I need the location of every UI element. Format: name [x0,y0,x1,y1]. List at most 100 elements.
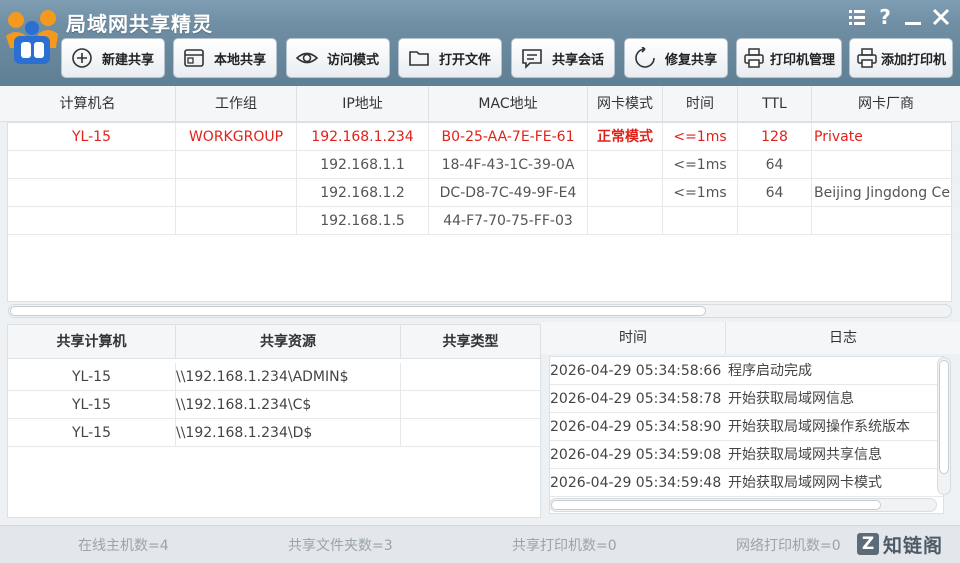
col-time[interactable]: 时间 [663,86,738,122]
cell-time: <=1ms [663,151,738,179]
app-logo-icon [2,4,62,66]
watermark-logo: Z 知链阁 [857,530,943,558]
printer-manage-button[interactable]: 打印机管理 [736,38,842,78]
cell-ttl: 64 [738,151,812,179]
table-row[interactable]: 192.168.1.1 18-4F-43-1C-39-0A <=1ms 64 [8,151,953,179]
table-row[interactable]: YL-15 WORKGROUP 192.168.1.234 B0-25-AA-7… [8,123,953,151]
open-file-label: 打开文件 [439,52,492,68]
log-horizontal-scrollbar[interactable] [549,498,937,512]
cell-mac: 18-4F-43-1C-39-0A [429,151,588,179]
add-printer-button[interactable]: 添加打印机 [849,38,953,78]
log-row[interactable]: 2026-04-29 05:34:59:48 开始获取局域网网卡模式 [550,469,943,497]
log-vscroll-thumb[interactable] [939,360,949,474]
cell-mode: 正常模式 [588,123,663,151]
shares-table-header: 共享计算机 共享资源 共享类型 [8,325,540,359]
log-row[interactable]: 2026-04-29 05:34:59:08 开始获取局域网共享信息 [550,441,943,469]
new-share-button[interactable]: 新建共享 [61,38,165,78]
col-ttl[interactable]: TTL [738,86,812,122]
share-session-button[interactable]: 共享会话 [511,38,615,78]
log-row[interactable]: 2026-04-29 05:34:58:78 开始获取局域网信息 [550,385,943,413]
status-online-hosts: 在线主机数=4 [78,538,169,554]
shares-panel: 共享计算机 共享资源 共享类型 YL-15 \\192.168.1.234\AD… [7,324,542,518]
cell-workgroup [176,179,297,207]
repair-share-label: 修复共享 [665,52,718,68]
cell-vendor [812,207,953,235]
help-icon[interactable]: ? [874,5,896,29]
cell-vendor: Beijing Jingdong Ce [814,185,950,201]
access-mode-button[interactable]: 访问模式 [286,38,390,78]
col-vendor[interactable]: 网卡厂商 [812,86,960,122]
access-mode-label: 访问模式 [327,52,380,68]
minimize-icon[interactable] [902,6,924,28]
cell-share-computer: YL-15 [8,419,176,447]
hosts-panel: 计算机名 工作组 IP地址 MAC地址 网卡模式 时间 TTL 网卡厂商 YL-… [0,86,960,320]
cell-log-time: 2026-04-29 05:34:58:78 [550,391,722,407]
hosts-scrollbar-thumb[interactable] [10,306,706,316]
window-controls: ? [846,5,952,29]
local-share-button[interactable]: 本地共享 [173,38,277,78]
cell-computer [8,179,176,207]
cell-mode [588,151,663,179]
col-log-time[interactable]: 时间 [541,322,726,354]
cell-computer [8,207,176,235]
col-nic-mode[interactable]: 网卡模式 [588,86,663,122]
cell-ttl [738,207,812,235]
printer-icon [742,46,766,70]
plus-circle-icon [70,46,94,70]
col-computer-name[interactable]: 计算机名 [0,86,176,122]
log-vertical-scrollbar[interactable] [937,357,951,495]
cell-mode [588,207,663,235]
printer-add-icon [855,46,879,70]
table-row[interactable]: YL-15 \\192.168.1.234\C$ [8,391,542,419]
cell-vendor [812,151,953,179]
eye-icon [295,46,319,70]
log-panel: 时间 日志 2026-04-29 05:34:58:66 程序启动完成 2026… [541,322,960,520]
col-share-resource[interactable]: 共享资源 [176,325,401,359]
col-workgroup[interactable]: 工作组 [176,86,297,122]
table-row[interactable]: YL-15 \\192.168.1.234\D$ [8,419,542,447]
col-share-computer[interactable]: 共享计算机 [8,325,176,359]
cell-time [663,207,738,235]
log-row[interactable]: 2026-04-29 05:34:58:90 开始获取局域网操作系统版本 [550,413,943,441]
log-table-body: 2026-04-29 05:34:58:66 程序启动完成 2026-04-29… [549,356,944,514]
cell-ip: 192.168.1.1 [297,151,429,179]
status-shared-printers: 共享打印机数=0 [512,538,617,554]
cell-log-message: 开始获取局域网信息 [728,391,854,407]
table-row[interactable]: 192.168.1.2 DC-D8-7C-49-9F-E4 <=1ms 64 B… [8,179,953,207]
menu-icon[interactable] [846,6,868,28]
col-ip[interactable]: IP地址 [297,86,429,122]
cell-share-resource: \\192.168.1.234\ADMIN$ [176,363,401,391]
add-printer-label: 添加打印机 [881,52,947,68]
chat-icon [520,46,544,70]
cell-share-type [401,419,540,447]
watermark-text: 知链阁 [883,534,944,557]
title-bar: 局域网共享精灵 ? 新建共享 本地共享 访问模式 打开文件 共享会话 修复共享 … [0,0,960,86]
table-row[interactable]: YL-15 \\192.168.1.234\ADMIN$ [8,363,542,391]
open-file-button[interactable]: 打开文件 [398,38,502,78]
cell-ttl: 64 [738,179,812,207]
cell-log-message: 开始获取局域网操作系统版本 [728,419,910,435]
col-log-message[interactable]: 日志 [726,322,960,354]
cell-mac: B0-25-AA-7E-FE-61 [429,123,588,151]
cell-ip: 192.168.1.5 [297,207,429,235]
status-bar: 在线主机数=4 共享文件夹数=3 共享打印机数=0 网络打印机数=0 [0,525,960,563]
cell-log-message: 开始获取局域网共享信息 [728,447,882,463]
window-icon [182,46,206,70]
table-row[interactable]: 192.168.1.5 44-F7-70-75-FF-03 [8,207,953,235]
cell-log-time: 2026-04-29 05:34:59:08 [550,447,722,463]
printer-manage-label: 打印机管理 [770,52,836,68]
watermark-badge: Z [857,533,879,555]
col-mac[interactable]: MAC地址 [429,86,588,122]
folder-icon [407,46,431,70]
cell-ip: 192.168.1.2 [297,179,429,207]
log-row[interactable]: 2026-04-29 05:34:58:66 程序启动完成 [550,357,943,385]
close-icon[interactable] [930,6,952,28]
hosts-table-body: YL-15 WORKGROUP 192.168.1.234 B0-25-AA-7… [7,122,953,302]
log-hscroll-thumb[interactable] [551,500,881,510]
repair-share-button[interactable]: 修复共享 [624,38,728,78]
status-network-printers: 网络打印机数=0 [736,538,841,554]
hosts-horizontal-scrollbar[interactable] [8,304,952,318]
col-share-type[interactable]: 共享类型 [401,325,540,359]
status-shared-folders: 共享文件夹数=3 [288,538,393,554]
cell-share-resource: \\192.168.1.234\D$ [176,419,401,447]
